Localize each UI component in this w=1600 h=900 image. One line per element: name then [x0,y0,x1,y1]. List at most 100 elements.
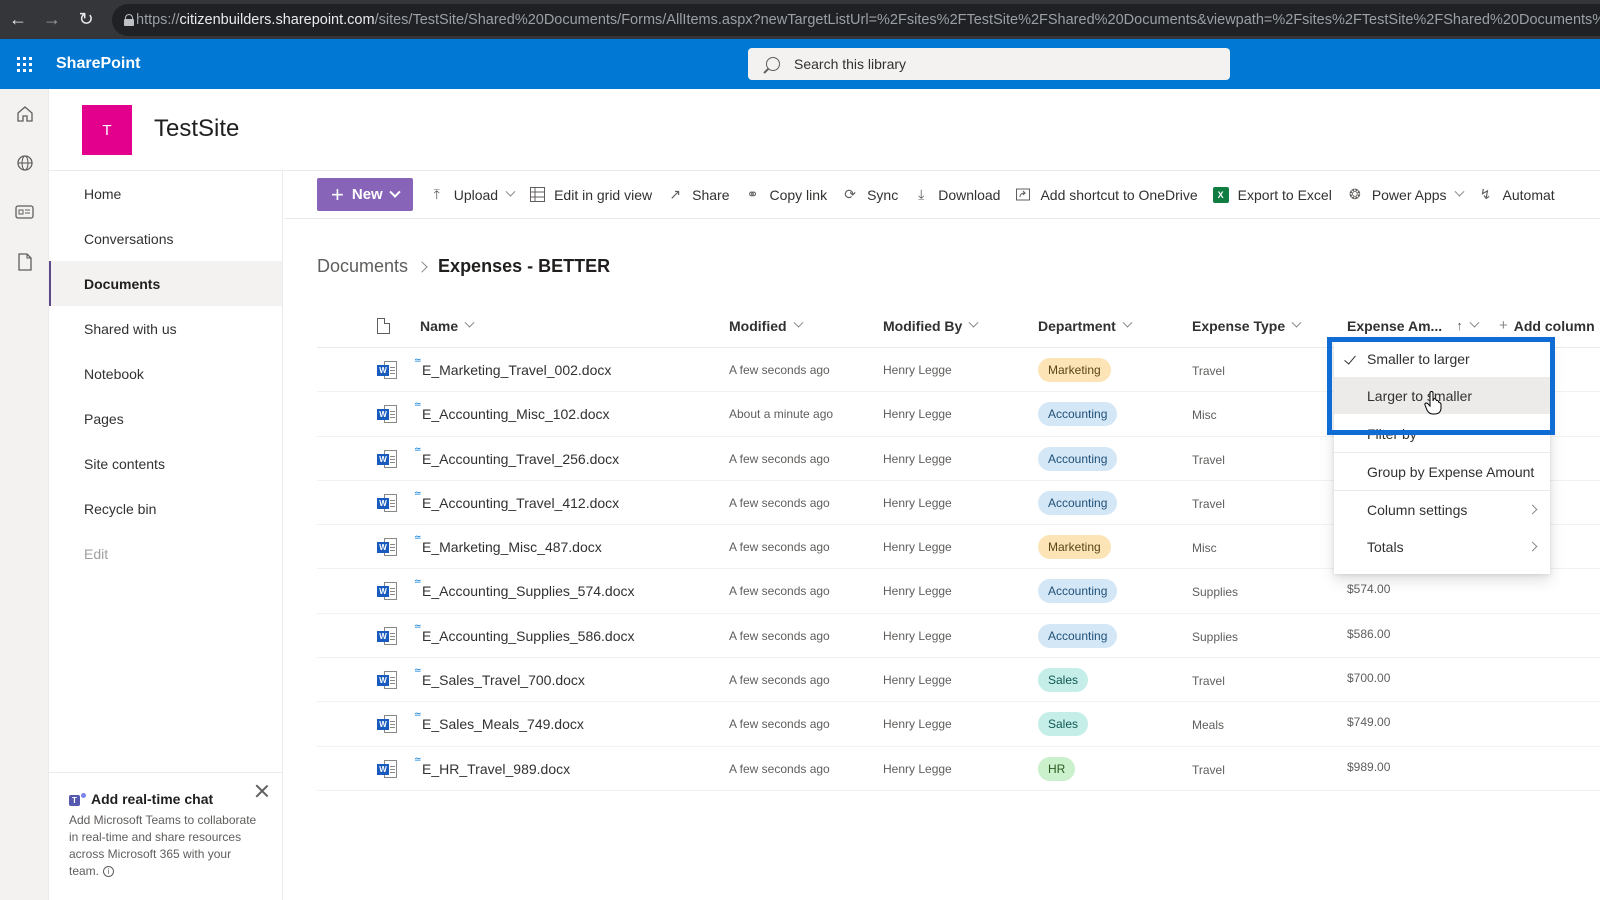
column-header-modified[interactable]: Modified [729,317,803,334]
modified-by-text[interactable]: Henry Legge [883,452,952,466]
nav-item-recycle-bin[interactable]: Recycle bin [49,486,282,531]
menu-item-totals[interactable]: Totals [1334,528,1550,565]
home-icon[interactable] [14,103,36,125]
menu-item-group-by[interactable]: Group by Expense Amount [1334,453,1550,490]
search-input[interactable]: Search this library [748,48,1230,80]
modified-by-text[interactable]: Henry Legge [883,363,952,377]
forward-arrow-icon[interactable]: → [36,4,68,36]
edit-grid-view-button[interactable]: Edit in grid view [529,187,652,203]
automate-button[interactable]: ↯ Automat [1478,186,1555,203]
nav-item-home[interactable]: Home [49,171,282,216]
upload-button[interactable]: ⤒ Upload [429,186,516,203]
app-launcher-icon[interactable] [0,39,48,89]
excel-icon: X [1212,186,1229,203]
list-row[interactable]: W ≃ E_Sales_Travel_700.docx A few seconds a… [317,658,1600,703]
download-button[interactable]: ⤓ Download [913,186,1000,203]
menu-item-smaller-to-larger[interactable]: Smaller to larger [1334,340,1550,377]
sync-button[interactable]: ⟳ Sync [842,186,898,203]
share-button[interactable]: ↗ Share [667,186,729,203]
department-cell: Sales [1038,702,1089,746]
department-badge: HR [1038,756,1076,781]
add-shortcut-button[interactable]: Add shortcut to OneDrive [1015,187,1198,203]
close-icon[interactable] [254,783,270,799]
modified-by-text[interactable]: Henry Legge [883,673,952,687]
app-name[interactable]: SharePoint [56,55,140,73]
list-row[interactable]: W ≃ E_HR_Travel_989.docx A few seconds ago H… [317,747,1600,791]
column-header-expense-type[interactable]: Expense Type [1192,318,1302,334]
modified-by-text[interactable]: Henry Legge [883,540,952,554]
menu-item-larger-to-smaller[interactable]: Larger to smaller [1334,377,1550,414]
nav-item-pages[interactable]: Pages [49,396,282,441]
file-name-link[interactable]: ≃ E_Sales_Meals_749.docx [414,709,584,732]
expense-type-cell: Travel [1192,437,1225,481]
list-row[interactable]: W ≃ E_Accounting_Supplies_586.docx A few se… [317,614,1600,659]
column-header-name[interactable]: Name [420,318,475,334]
add-column-button[interactable]: + Add column [1499,317,1595,334]
file-name-link[interactable]: ≃ E_Accounting_Supplies_586.docx [414,621,635,644]
file-name-link[interactable]: ≃ E_Sales_Travel_700.docx [414,665,585,688]
column-header-expense-amount[interactable]: Expense Am... ↑ [1347,318,1480,334]
chevron-right-icon [1527,504,1538,515]
nav-item-documents[interactable]: Documents [49,261,282,306]
new-button[interactable]: + New [317,178,413,211]
list-row[interactable]: W ≃ E_Accounting_Supplies_574.docx A few se… [317,569,1600,614]
modified-by-text[interactable]: Henry Legge [883,762,952,776]
nav-item-site-contents[interactable]: Site contents [49,441,282,486]
power-apps-button[interactable]: ❂ Power Apps [1347,186,1464,203]
file-name-link[interactable]: ≃ E_Marketing_Misc_487.docx [414,532,602,555]
reload-icon[interactable]: ↻ [70,4,102,36]
breadcrumb-documents[interactable]: Documents [317,256,408,277]
modified-by-cell: Henry Legge [883,525,952,569]
file-name-link[interactable]: ≃ E_Accounting_Supplies_574.docx [414,576,635,599]
list-row[interactable]: W ≃ E_Sales_Meals_749.docx A few seconds ag… [317,702,1600,747]
modified-cell: A few seconds ago [729,702,830,746]
file-name-link[interactable]: ≃ E_Accounting_Travel_256.docx [414,444,619,467]
power-apps-icon: ❂ [1348,186,1361,202]
teams-card-title[interactable]: T Add real-time chat [69,791,263,807]
column-context-menu: Smaller to larger Larger to smaller Filt… [1334,340,1550,574]
nav-item-edit[interactable]: Edit [49,531,282,576]
site-logo[interactable]: T [82,105,132,155]
modified-by-text[interactable]: Henry Legge [883,496,952,510]
export-excel-button[interactable]: X Export to Excel [1212,186,1332,203]
modified-by-text[interactable]: Henry Legge [883,584,952,598]
chevron-down-icon [793,317,803,328]
nav-item-notebook[interactable]: Notebook [49,351,282,396]
menu-item-filter-by[interactable]: Filter by [1334,415,1550,452]
modified-cell: A few seconds ago [729,569,830,613]
new-item-icon: ≃ [414,443,422,454]
teams-promo-card: T Add real-time chat Add Microsoft Teams… [49,772,283,900]
file-name-link[interactable]: ≃ E_HR_Travel_989.docx [414,754,570,777]
column-header-modified-by[interactable]: Modified By [883,318,979,334]
globe-icon[interactable] [14,152,36,174]
address-bar[interactable]: https://citizenbuilders.sharepoint.com/s… [112,4,1600,36]
info-icon[interactable]: i [103,866,115,877]
file-name-link[interactable]: ≃ E_Accounting_Travel_412.docx [414,488,619,511]
modified-by-text[interactable]: Henry Legge [883,629,952,643]
news-icon[interactable] [14,201,36,223]
breadcrumb-current[interactable]: Expenses - BETTER [438,256,610,277]
document-icon[interactable] [14,251,36,273]
modified-text: A few seconds ago [729,363,830,377]
site-title[interactable]: TestSite [154,115,239,143]
menu-item-column-settings[interactable]: Column settings [1334,491,1550,528]
copy-link-button[interactable]: ⚭ Copy link [744,186,827,203]
file-name-link[interactable]: ≃ E_Marketing_Travel_002.docx [414,355,611,378]
modified-by-text[interactable]: Henry Legge [883,717,952,731]
file-name-link[interactable]: ≃ E_Accounting_Misc_102.docx [414,399,610,422]
nav-item-shared-with-us[interactable]: Shared with us [49,306,282,351]
back-arrow-icon[interactable]: ← [2,4,34,36]
expense-type-text: Supplies [1192,629,1239,644]
column-header-department[interactable]: Department [1038,318,1133,334]
file-type-cell: W [377,569,397,613]
word-document-icon: W [377,715,397,734]
expense-type-text: Meals [1192,718,1225,733]
expense-amount-text: $989.00 [1347,759,1391,774]
search-placeholder: Search this library [794,56,907,72]
file-type-header[interactable] [377,317,390,334]
department-cell: Accounting [1038,614,1118,658]
modified-by-text[interactable]: Henry Legge [883,407,952,421]
file-name-cell: ≃ E_Marketing_Travel_002.docx [414,348,611,392]
nav-item-conversations[interactable]: Conversations [49,216,282,261]
expense-type-cell: Meals [1192,702,1224,746]
